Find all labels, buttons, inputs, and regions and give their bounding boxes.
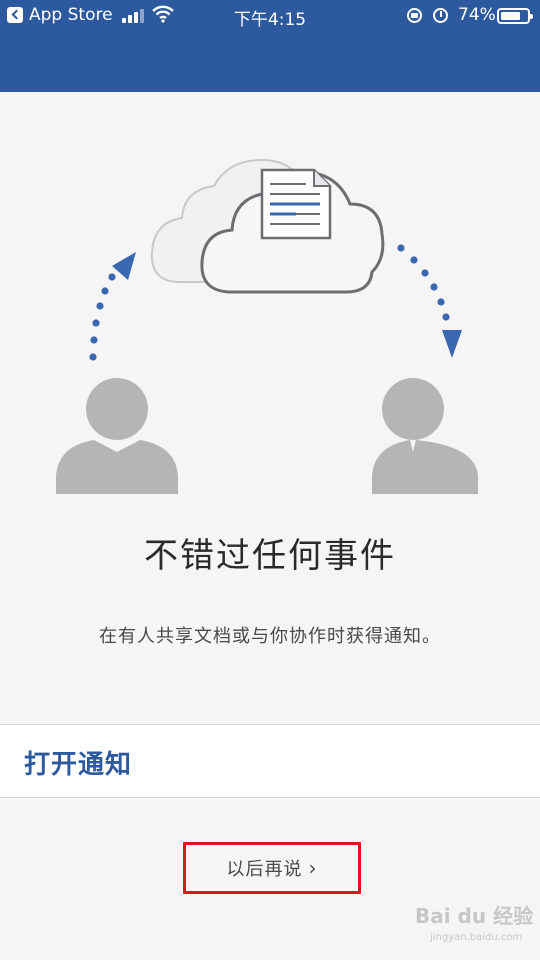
sharing-illustration <box>56 158 478 494</box>
enable-notifications-row[interactable]: 打开通知 <box>0 724 540 798</box>
page-title: 不错过任何事件 <box>144 536 396 576</box>
sender-person-icon <box>56 378 178 494</box>
chevron-right-icon: › <box>308 856 318 880</box>
watermark-logo: Bai du 经验 <box>415 904 534 928</box>
header-bar: App Store 下午4:15 74% <box>0 0 540 92</box>
enable-notifications-button[interactable]: 打开通知 <box>24 744 132 781</box>
rotation-lock-icon <box>407 8 422 23</box>
document-icon <box>260 168 332 240</box>
watermark-url: jingyan.baidu.com <box>430 932 523 943</box>
download-arrow-icon <box>397 244 462 358</box>
upload-arrow-icon <box>89 252 136 361</box>
page-subtitle: 在有人共享文档或与你协作时获得通知。 <box>99 626 441 647</box>
battery-percent: 74% <box>458 5 496 25</box>
later-button[interactable]: 以后再说 › <box>183 842 361 894</box>
recipient-person-icon <box>372 378 478 494</box>
battery-icon <box>497 8 533 24</box>
battery-fill <box>501 12 520 20</box>
alarm-icon <box>433 8 448 23</box>
status-bar: App Store 下午4:15 74% <box>0 0 540 32</box>
later-label: 以后再说 <box>226 859 303 880</box>
